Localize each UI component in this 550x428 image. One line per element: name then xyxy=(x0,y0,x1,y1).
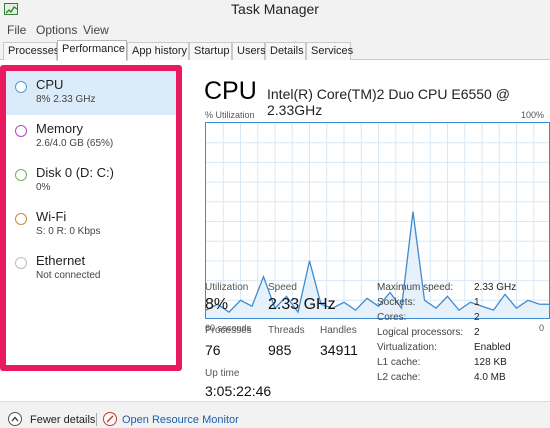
spec-value: 2 xyxy=(474,312,480,323)
spec-label: L2 cache: xyxy=(377,372,421,383)
threads-label: Threads xyxy=(268,325,305,336)
tab-startup[interactable]: Startup xyxy=(189,42,232,60)
spec-value: 2.33 GHz xyxy=(474,282,517,293)
spec-label: Maximum speed: xyxy=(377,282,454,293)
menu-options[interactable]: Options xyxy=(36,23,77,37)
spec-value: 1 xyxy=(474,297,480,308)
spec-label: Cores: xyxy=(377,312,407,323)
tab-app-history[interactable]: App history xyxy=(127,42,189,60)
spec-label: Logical processors: xyxy=(377,327,464,338)
spec-value: 4.0 MB xyxy=(474,372,506,383)
spec-label: L1 cache: xyxy=(377,357,421,368)
open-resource-monitor-link[interactable]: Open Resource Monitor xyxy=(122,414,239,426)
menu-bar: File Options View xyxy=(0,20,550,40)
tab-services[interactable]: Services xyxy=(306,42,353,60)
handles-label: Handles xyxy=(320,325,357,336)
performance-page: CPU 8% 2.33 GHz Memory 2.6/4.0 GB (65%) … xyxy=(0,61,550,401)
spec-value: Enabled xyxy=(474,342,511,353)
highlight-box xyxy=(0,65,182,371)
utilization-value: 8% xyxy=(205,296,229,313)
spec-label: Virtualization: xyxy=(377,342,437,353)
spec-value: 2 xyxy=(474,327,480,338)
speed-value: 2.33 GHz xyxy=(268,296,336,313)
window-title: Task Manager xyxy=(231,1,319,17)
cpu-model: Intel(R) Core(TM)2 Duo CPU E6550 @ 2.33G… xyxy=(267,86,510,118)
graph-x-right-label: 0 xyxy=(539,323,545,333)
processes-label: Processes xyxy=(205,325,252,336)
processes-value: 76 xyxy=(205,342,221,358)
tab-details[interactable]: Details xyxy=(265,42,306,60)
footer-divider xyxy=(96,413,97,426)
threads-value: 985 xyxy=(268,342,292,358)
tab-bar: Processes Performance App history Startu… xyxy=(0,40,550,61)
menu-view[interactable]: View xyxy=(83,23,109,37)
tab-users[interactable]: Users xyxy=(232,42,266,60)
resource-list: CPU 8% 2.33 GHz Memory 2.6/4.0 GB (65%) … xyxy=(0,61,183,371)
graph-y-max: 100% xyxy=(520,110,544,120)
uptime-label: Up time xyxy=(205,368,240,379)
footer-bar: Fewer details Open Resource Monitor xyxy=(0,401,550,428)
utilization-label: Utilization xyxy=(205,282,249,293)
spec-label: Sockets: xyxy=(377,297,416,308)
handles-value: 34911 xyxy=(320,342,358,358)
spec-value: 128 KB xyxy=(474,357,507,368)
speed-label: Speed xyxy=(268,282,297,293)
title-bar: Task Manager xyxy=(0,0,550,20)
tab-performance[interactable]: Performance xyxy=(57,40,127,61)
page-title: CPU xyxy=(204,77,257,105)
uptime-value: 3:05:22:46 xyxy=(205,383,272,399)
resource-monitor-icon[interactable] xyxy=(103,412,117,426)
graph-y-label: % Utilization xyxy=(205,110,255,120)
chevron-up-icon[interactable] xyxy=(8,412,22,426)
fewer-details-button[interactable]: Fewer details xyxy=(30,414,95,426)
menu-file[interactable]: File xyxy=(7,23,26,37)
tab-processes[interactable]: Processes xyxy=(3,42,59,60)
